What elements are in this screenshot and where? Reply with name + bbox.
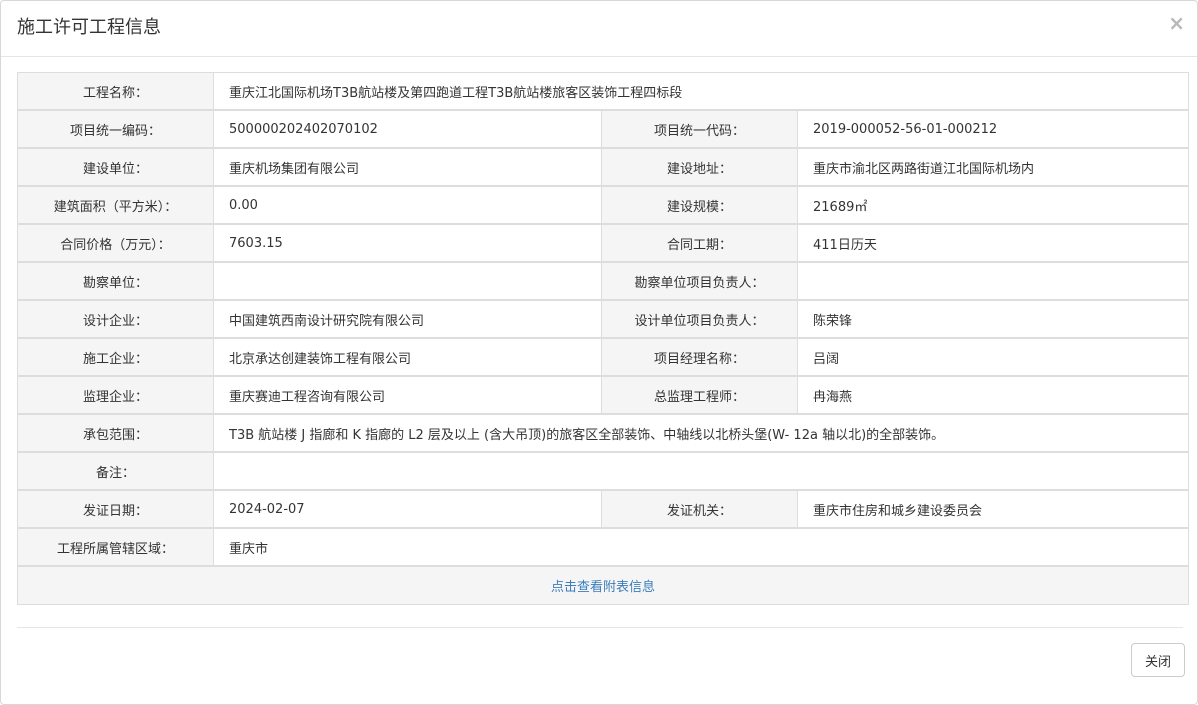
address-label: 建设地址： xyxy=(602,149,798,187)
design-lead-value: 陈荣锋 xyxy=(798,301,1189,339)
contract-scope-label: 承包范围： xyxy=(18,415,214,453)
chief-supervisor-label: 总监理工程师： xyxy=(602,377,798,415)
table-row: 勘察单位： 勘察单位项目负责人： xyxy=(18,263,1189,301)
table-row: 建设单位： 重庆机场集团有限公司 建设地址： 重庆市渝北区两路街道江北国际机场内 xyxy=(18,149,1189,187)
project-manager-value: 吕阔 xyxy=(798,339,1189,377)
contract-duration-label: 合同工期： xyxy=(602,225,798,263)
survey-unit-label: 勘察单位： xyxy=(18,263,214,301)
issue-date-value: 2024-02-07 xyxy=(214,491,602,529)
scale-value: 21689㎡ xyxy=(798,187,1189,225)
chief-supervisor-value: 冉海燕 xyxy=(798,377,1189,415)
unified-code-value: 2019-000052-56-01-000212 xyxy=(798,111,1189,149)
design-company-label: 设计企业： xyxy=(18,301,214,339)
construction-company-label: 施工企业： xyxy=(18,339,214,377)
survey-unit-value xyxy=(214,263,602,301)
project-code-value: 500000202402070102 xyxy=(214,111,602,149)
attachment-link-row: 点击查看附表信息 xyxy=(18,567,1189,604)
attachment-link-cell: 点击查看附表信息 xyxy=(18,567,1189,604)
scale-label: 建设规模： xyxy=(602,187,798,225)
close-icon[interactable]: × xyxy=(1168,11,1185,35)
table-row: 工程名称： 重庆江北国际机场T3B航站楼及第四跑道工程T3B航站楼旅客区装饰工程… xyxy=(18,73,1189,111)
table-row: 建筑面积（平方米）： 0.00 建设规模： 21689㎡ xyxy=(18,187,1189,225)
table-row: 发证日期： 2024-02-07 发证机关： 重庆市住房和城乡建设委员会 xyxy=(18,491,1189,529)
design-company-value: 中国建筑西南设计研究院有限公司 xyxy=(214,301,602,339)
contract-duration-value: 411日历天 xyxy=(798,225,1189,263)
table-row: 合同价格（万元）： 7603.15 合同工期： 411日历天 xyxy=(18,225,1189,263)
builder-label: 建设单位： xyxy=(18,149,214,187)
supervision-company-value: 重庆赛迪工程咨询有限公司 xyxy=(214,377,602,415)
supervision-company-label: 监理企业： xyxy=(18,377,214,415)
remarks-value xyxy=(214,453,1189,491)
remarks-label: 备注： xyxy=(18,453,214,491)
table-row: 施工企业： 北京承达创建装饰工程有限公司 项目经理名称： 吕阔 xyxy=(18,339,1189,377)
table-row: 备注： xyxy=(18,453,1189,491)
floor-area-value: 0.00 xyxy=(214,187,602,225)
table-row: 设计企业： 中国建筑西南设计研究院有限公司 设计单位项目负责人： 陈荣锋 xyxy=(18,301,1189,339)
jurisdiction-label: 工程所属管辖区域： xyxy=(18,529,214,567)
survey-lead-value xyxy=(798,263,1189,301)
table-row: 工程所属管辖区域： 重庆市 xyxy=(18,529,1189,567)
project-name-value: 重庆江北国际机场T3B航站楼及第四跑道工程T3B航站楼旅客区装饰工程四标段 xyxy=(214,73,1189,111)
unified-code-label: 项目统一代码： xyxy=(602,111,798,149)
floor-area-label: 建筑面积（平方米）： xyxy=(18,187,214,225)
project-code-label: 项目统一编码： xyxy=(18,111,214,149)
modal-title: 施工许可工程信息 xyxy=(17,17,161,38)
contract-price-value: 7603.15 xyxy=(214,225,602,263)
project-info-table: 工程名称： 重庆江北国际机场T3B航站楼及第四跑道工程T3B航站楼旅客区装饰工程… xyxy=(17,72,1190,605)
table-row: 项目统一编码： 500000202402070102 项目统一代码： 2019-… xyxy=(18,111,1189,149)
footer-divider xyxy=(17,627,1183,628)
contract-price-label: 合同价格（万元）： xyxy=(18,225,214,263)
builder-value: 重庆机场集团有限公司 xyxy=(214,149,602,187)
construction-company-value: 北京承达创建装饰工程有限公司 xyxy=(214,339,602,377)
issue-date-label: 发证日期： xyxy=(18,491,214,529)
modal-header: 施工许可工程信息 × xyxy=(1,1,1197,57)
jurisdiction-value: 重庆市 xyxy=(214,529,1189,567)
construction-permit-modal: 施工许可工程信息 × 工程名称： 重庆江北国际机场T3B航站楼及第四跑道工程T3… xyxy=(0,0,1198,705)
close-button[interactable]: 关闭 xyxy=(1131,643,1185,677)
project-name-label: 工程名称： xyxy=(18,73,214,111)
table-row: 承包范围： T3B 航站楼 J 指廊和 K 指廊的 L2 层及以上 (含大吊顶)… xyxy=(18,415,1189,453)
address-value: 重庆市渝北区两路街道江北国际机场内 xyxy=(798,149,1189,187)
design-lead-label: 设计单位项目负责人： xyxy=(602,301,798,339)
view-attachment-link[interactable]: 点击查看附表信息 xyxy=(551,580,655,595)
project-manager-label: 项目经理名称： xyxy=(602,339,798,377)
issuing-authority-value: 重庆市住房和城乡建设委员会 xyxy=(798,491,1189,529)
survey-lead-label: 勘察单位项目负责人： xyxy=(602,263,798,301)
table-row: 监理企业： 重庆赛迪工程咨询有限公司 总监理工程师： 冉海燕 xyxy=(18,377,1189,415)
issuing-authority-label: 发证机关： xyxy=(602,491,798,529)
contract-scope-value: T3B 航站楼 J 指廊和 K 指廊的 L2 层及以上 (含大吊顶)的旅客区全部… xyxy=(214,415,1189,453)
